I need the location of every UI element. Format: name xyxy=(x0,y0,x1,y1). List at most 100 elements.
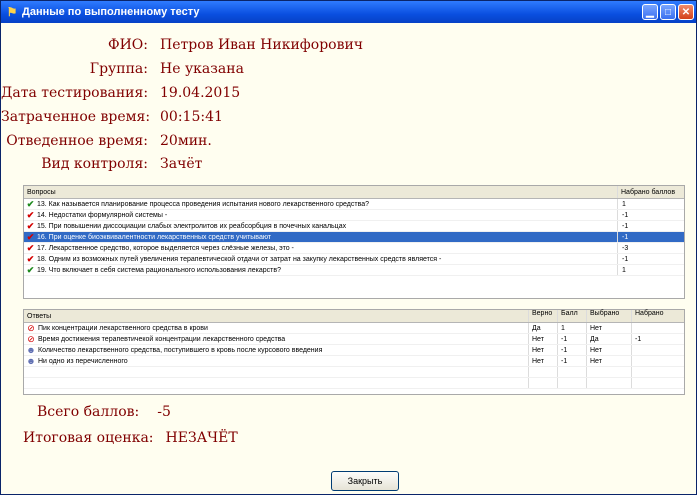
info-label: ФИО: xyxy=(107,37,148,53)
answer-got: -1 xyxy=(635,335,642,343)
column-header-points[interactable]: Балл xyxy=(558,310,587,322)
group-icon: ☻ xyxy=(26,345,36,355)
answer-row-empty xyxy=(24,378,684,389)
answer-chosen: Нет xyxy=(587,323,632,333)
minimize-button[interactable]: ▁ xyxy=(642,4,658,20)
no-entry-icon: ⊘ xyxy=(27,323,35,333)
info-label: Группа: xyxy=(89,61,148,77)
question-row-selected[interactable]: ✔ 16. При оценке биоэквивалентности лекар… xyxy=(24,232,684,243)
check-icon: ✔ xyxy=(26,265,35,275)
answers-grid[interactable]: Ответы Верно Балл Выбрано Набрано ⊘ Пик к… xyxy=(23,309,685,395)
info-label: Затраченное время: xyxy=(1,109,151,125)
question-row[interactable]: ✔ 17. Лекарственное средство, которое выд… xyxy=(24,243,684,254)
answer-chosen: Нет xyxy=(587,345,632,355)
question-row[interactable]: ✔ 13. Как называется планирование процесс… xyxy=(24,199,684,210)
question-text: 19. Что включает в себя система рационал… xyxy=(37,266,281,274)
answer-points: -1 xyxy=(558,356,587,366)
answer-correct: Нет xyxy=(529,345,558,355)
info-row-group: Группа: Не указана xyxy=(1,61,244,77)
final-grade: Итоговая оценка: НЕЗАЧЁТ xyxy=(23,430,238,446)
total-score-label: Всего баллов: xyxy=(37,404,140,420)
column-header-chosen[interactable]: Выбрано xyxy=(587,310,632,322)
question-text: 15. При повышении диссоциации слабых эле… xyxy=(37,222,347,230)
answer-row[interactable]: ☻ Количество лекарственного средства, пос… xyxy=(24,345,684,356)
question-row[interactable]: ✔ 14. Недостатки формулярной системы - -1 xyxy=(24,210,684,221)
info-value: Не указана xyxy=(160,61,244,77)
maximize-button[interactable]: □ xyxy=(660,4,676,20)
answer-text: Пик концентрации лекарственного средства… xyxy=(38,324,208,332)
info-label: Дата тестирования: xyxy=(1,85,149,101)
questions-grid[interactable]: Вопросы Набрано баллов ✔ 13. Как называет… xyxy=(23,185,685,299)
question-score: -1 xyxy=(622,222,629,230)
question-score: -1 xyxy=(622,233,629,241)
info-row-fio: ФИО: Петров Иван Никифорович xyxy=(1,37,363,53)
column-header-correct[interactable]: Верно xyxy=(529,310,558,322)
answer-row[interactable]: ☻ Ни одно из перечисленного Нет -1 Нет xyxy=(24,356,684,367)
answer-correct: Нет xyxy=(529,334,558,344)
answer-correct: Да xyxy=(529,323,558,333)
info-label: Вид контроля: xyxy=(41,156,148,172)
info-value: Петров Иван Никифорович xyxy=(160,37,364,53)
question-row[interactable]: ✔ 18. Одним из возможных путей увеличения… xyxy=(24,254,684,265)
info-value: Зачёт xyxy=(160,156,203,172)
answer-text: Ни одно из перечисленного xyxy=(38,357,128,365)
window-title: Данные по выполненному тесту xyxy=(22,6,200,18)
info-row-control-type: Вид контроля: Зачёт xyxy=(1,156,202,172)
question-text: 17. Лекарственное средство, которое выде… xyxy=(37,244,294,252)
answer-got xyxy=(632,356,682,366)
answer-row-empty xyxy=(24,367,684,378)
question-text: 13. Как называется планирование процесса… xyxy=(37,200,370,208)
answers-header: Ответы Верно Балл Выбрано Набрано xyxy=(24,310,684,323)
answer-points: 1 xyxy=(558,323,587,333)
info-row-date: Дата тестирования: 19.04.2015 xyxy=(1,85,240,101)
question-score: -1 xyxy=(622,255,629,263)
test-result-window: ⚑ Данные по выполненному тесту ▁ □ ✕ ФИО… xyxy=(0,0,697,495)
question-score: -3 xyxy=(622,244,629,252)
check-icon: ✔ xyxy=(26,199,35,209)
close-window-button[interactable]: ✕ xyxy=(678,4,694,20)
answer-text: Время достижения терапевтичекой концентр… xyxy=(38,335,286,343)
check-icon: ✔ xyxy=(26,221,35,231)
no-entry-icon: ⊘ xyxy=(27,334,35,344)
title-bar[interactable]: ⚑ Данные по выполненному тесту ▁ □ ✕ xyxy=(1,1,696,23)
answer-points: -1 xyxy=(558,345,587,355)
question-text: 18. Одним из возможных путей увеличения … xyxy=(37,255,442,263)
question-row[interactable]: ✔ 19. Что включает в себя система рациона… xyxy=(24,265,684,276)
close-button[interactable]: Закрыть xyxy=(331,471,399,491)
final-grade-label: Итоговая оценка: xyxy=(23,430,154,446)
info-row-time-spent: Затраченное время: 00:15:41 xyxy=(1,109,223,125)
questions-header: Вопросы Набрано баллов xyxy=(24,186,684,199)
info-value: 19.04.2015 xyxy=(160,85,241,101)
group-icon: ☻ xyxy=(26,356,36,366)
info-label: Отведенное время: xyxy=(6,133,148,149)
question-score: 1 xyxy=(622,200,626,208)
answer-got xyxy=(632,323,682,333)
answer-chosen: Да xyxy=(587,334,632,344)
app-icon: ⚑ xyxy=(6,5,18,19)
question-text: 16. При оценке биоэквивалентности лекарс… xyxy=(37,233,272,241)
info-value: 20мин. xyxy=(160,133,212,149)
question-score: -1 xyxy=(622,211,629,219)
answer-row[interactable]: ⊘ Пик концентрации лекарственного средств… xyxy=(24,323,684,334)
answer-got xyxy=(632,345,682,355)
check-icon: ✔ xyxy=(26,210,35,220)
total-score-value: -5 xyxy=(157,404,171,420)
check-icon: ✔ xyxy=(26,232,35,242)
column-header-got[interactable]: Набрано xyxy=(632,310,682,322)
answer-points: -1 xyxy=(558,334,587,344)
final-grade-value: НЕЗАЧЁТ xyxy=(165,430,238,446)
answer-correct: Нет xyxy=(529,356,558,366)
column-header-score[interactable]: Набрано баллов xyxy=(618,189,682,196)
question-text: 14. Недостатки формулярной системы - xyxy=(37,211,168,219)
answer-row[interactable]: ⊘ Время достижения терапевтичекой концент… xyxy=(24,334,684,345)
answer-text: Количество лекарственного средства, пост… xyxy=(38,346,323,354)
info-row-time-allowed: Отведенное время: 20мин. xyxy=(1,133,212,149)
column-header-questions[interactable]: Вопросы xyxy=(24,186,618,198)
answer-chosen: Нет xyxy=(587,356,632,366)
info-value: 00:15:41 xyxy=(160,109,223,125)
question-row[interactable]: ✔ 15. При повышении диссоциации слабых эл… xyxy=(24,221,684,232)
check-icon: ✔ xyxy=(26,243,35,253)
check-icon: ✔ xyxy=(26,254,35,264)
total-score: Всего баллов: -5 xyxy=(37,404,171,420)
column-header-answers[interactable]: Ответы xyxy=(24,310,529,322)
